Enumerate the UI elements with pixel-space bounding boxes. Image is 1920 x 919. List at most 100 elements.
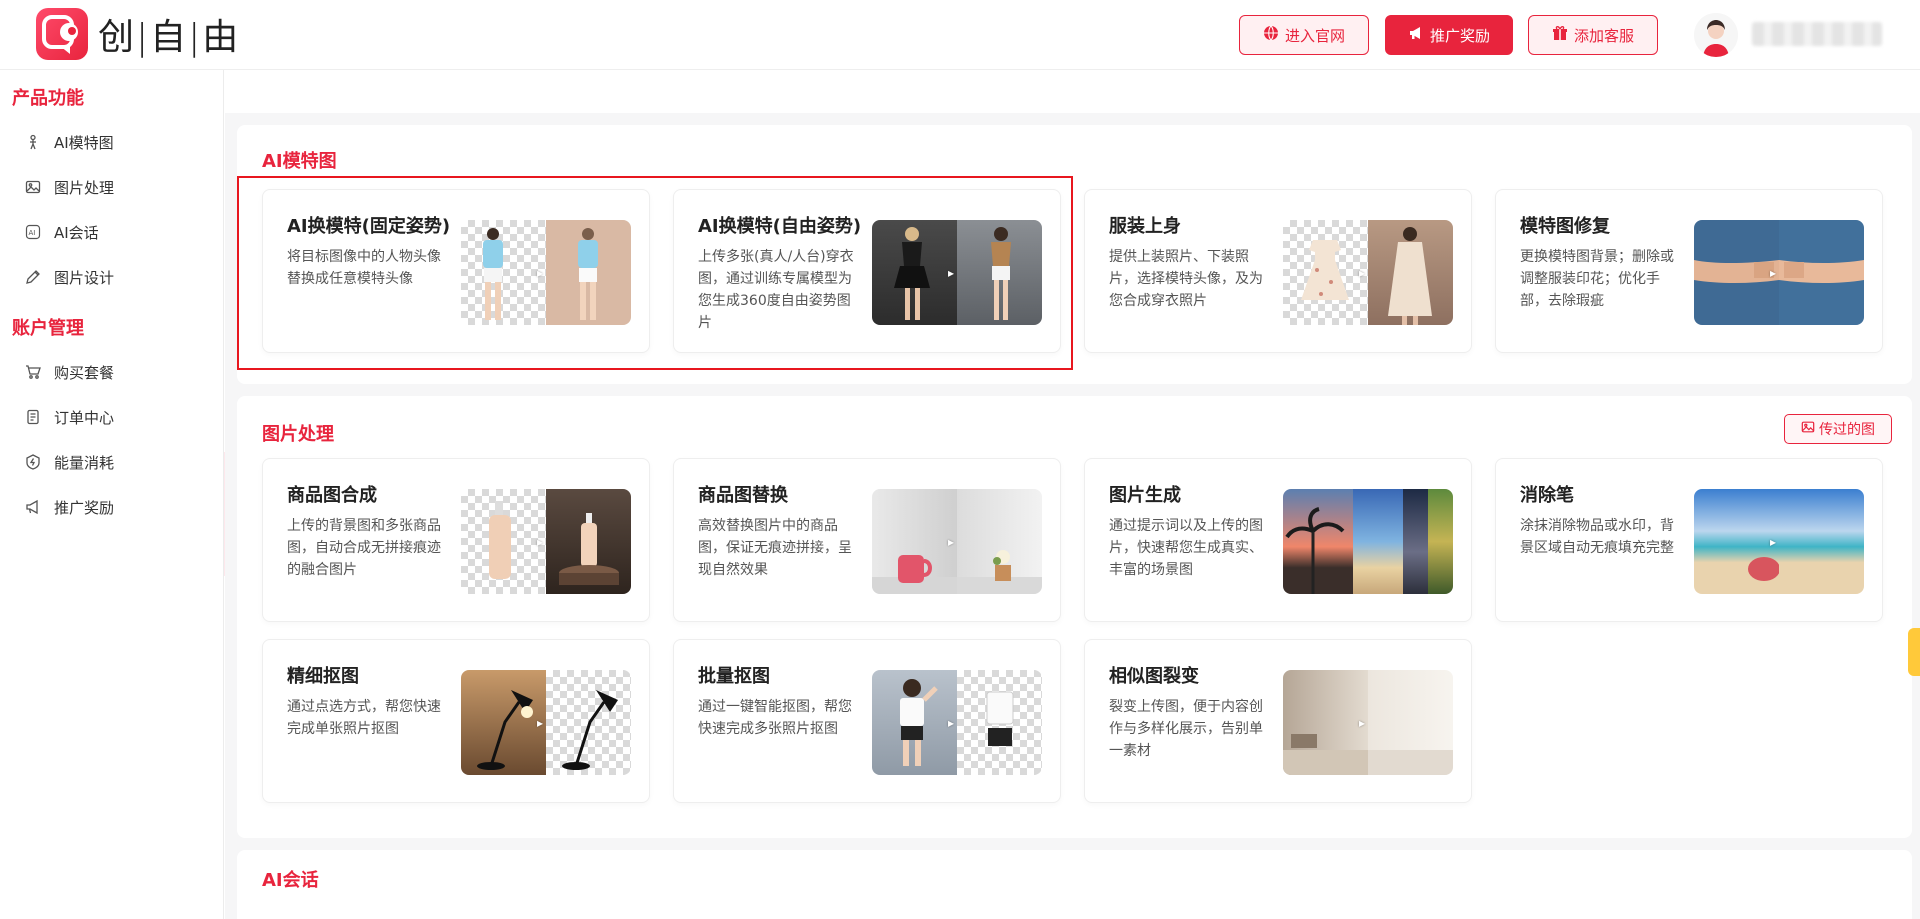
- sidebar-item-label: 能量消耗: [54, 453, 115, 472]
- promo-reward-button[interactable]: 推广奖励: [1385, 15, 1513, 55]
- main-content: AI模特图 AI换模特(固定姿势) 将目标图像中的人物头像替换成任意模特头像 ▸…: [225, 71, 1920, 919]
- card-thumbnail: ▸: [461, 220, 631, 325]
- add-service-label: 添加客服: [1573, 26, 1634, 45]
- card-model-image-repair[interactable]: 模特图修复 更换模特图背景；删除或调整服装印花；优化手部，去除瑕疵 ▸: [1495, 189, 1883, 353]
- logo-text: 创|自|由: [98, 17, 241, 58]
- card-desc: 提供上装照片、下装照片，选择模特头像，及为您合成穿衣照片: [1109, 249, 1263, 309]
- arrow-right-icon: ▸: [1359, 266, 1366, 280]
- gift-icon: [1552, 25, 1568, 45]
- card-fine-cutout[interactable]: 精细抠图 通过点选方式，帮您快速完成单张照片抠图 ▸: [262, 639, 650, 803]
- sidebar-item-label: AI会话: [54, 223, 99, 242]
- card-desc: 涂抹消除物品或水印，背景区域自动无痕填充完整: [1520, 518, 1674, 556]
- energy-icon: [24, 453, 42, 471]
- ai-chat-icon: AI: [24, 223, 42, 241]
- svg-text:AI: AI: [29, 229, 36, 237]
- card-eraser[interactable]: 消除笔 涂抹消除物品或水印，背景区域自动无痕填充完整 ▸: [1495, 458, 1883, 622]
- card-thumbnail: [1283, 489, 1453, 594]
- ai-chat-panel: AI会话: [237, 850, 1912, 919]
- card-title: AI换模特(固定姿势): [287, 216, 451, 237]
- card-title: 服装上身: [1109, 216, 1181, 237]
- card-desc: 通过一键智能抠图，帮您快速完成多张照片抠图: [698, 699, 852, 737]
- scroll-indicator[interactable]: [1908, 628, 1920, 676]
- arrow-right-icon: ▸: [537, 716, 544, 730]
- promo-reward-label: 推广奖励: [1429, 26, 1490, 45]
- card-batch-cutout[interactable]: 批量抠图 通过一键智能抠图，帮您快速完成多张照片抠图 ▸: [673, 639, 1061, 803]
- ai-model-panel: AI模特图 AI换模特(固定姿势) 将目标图像中的人物头像替换成任意模特头像 ▸…: [237, 125, 1912, 384]
- card-ai-model-fixed-pose[interactable]: AI换模特(固定姿势) 将目标图像中的人物头像替换成任意模特头像 ▸: [262, 189, 650, 353]
- sidebar-item-energy[interactable]: 能量消耗: [24, 450, 114, 474]
- cart-icon: [24, 363, 42, 381]
- card-desc: 上传多张(真人/人台)穿衣图，通过训练专属模型为您生成360度自由姿势图片: [698, 249, 854, 331]
- arrow-right-icon: ▸: [948, 716, 955, 730]
- card-thumbnail: ▸: [1694, 220, 1864, 325]
- design-icon: [24, 268, 42, 286]
- top-header: 创|自|由 进入官网 推广奖励 添加客服: [0, 0, 1920, 70]
- sidebar-item-image-design[interactable]: 图片设计: [24, 265, 114, 289]
- arrow-right-icon: ▸: [537, 535, 544, 549]
- sidebar-item-order-center[interactable]: 订单中心: [24, 405, 114, 429]
- card-title: 商品图合成: [287, 485, 377, 506]
- card-title: 消除笔: [1520, 485, 1574, 506]
- megaphone-icon: [24, 498, 42, 516]
- card-title: 模特图修复: [1520, 216, 1610, 237]
- sidebar-item-label: AI模特图: [54, 133, 114, 152]
- add-service-button[interactable]: 添加客服: [1528, 15, 1658, 55]
- arrow-right-icon: ▸: [1770, 535, 1777, 549]
- order-icon: [24, 408, 42, 426]
- card-thumbnail: ▸: [461, 670, 631, 775]
- sidebar-section-product: 产品功能: [12, 88, 84, 109]
- arrow-right-icon: ▸: [948, 266, 955, 280]
- card-thumbnail: ▸: [1283, 220, 1453, 325]
- card-thumbnail: ▸: [872, 489, 1042, 594]
- logo[interactable]: 创|自|由: [36, 8, 240, 60]
- card-clothing-try-on[interactable]: 服装上身 提供上装照片、下装照片，选择模特头像，及为您合成穿衣照片 ▸: [1084, 189, 1472, 353]
- sidebar-item-label: 推广奖励: [54, 498, 115, 517]
- card-image-generation[interactable]: 图片生成 通过提示词以及上传的图片，快速帮您生成真实、丰富的场景图: [1084, 458, 1472, 622]
- card-title: AI换模特(自由姿势): [698, 216, 862, 237]
- sidebar-item-promo-reward[interactable]: 推广奖励: [24, 495, 114, 519]
- card-thumbnail: ▸: [1283, 670, 1453, 775]
- section-title-ai-model: AI模特图: [262, 151, 337, 172]
- arrow-right-icon: ▸: [1770, 266, 1777, 280]
- megaphone-icon: [1408, 25, 1424, 45]
- sidebar-item-label: 购买套餐: [54, 363, 115, 382]
- card-title: 相似图裂变: [1109, 666, 1199, 687]
- model-icon: [24, 133, 42, 151]
- card-desc: 高效替换图片中的商品图，保证无痕迹拼接，呈现自然效果: [698, 518, 852, 578]
- image-processing-panel: 图片处理 传过的图 商品图合成 上传的背景图和多张商品图，自动合成无拼接痕迹的融…: [237, 396, 1912, 838]
- sidebar-item-label: 订单中心: [54, 408, 115, 427]
- globe-icon: [1263, 25, 1279, 45]
- arrow-right-icon: ▸: [948, 535, 955, 549]
- sidebar-item-image-processing[interactable]: 图片处理: [24, 175, 114, 199]
- sidebar-item-ai-model[interactable]: AI模特图: [24, 130, 114, 154]
- sidebar-item-label: 图片设计: [54, 268, 115, 287]
- card-similar-image-fission[interactable]: 相似图裂变 裂变上传图，便于内容创作与多样化展示，告别单一素材 ▸: [1084, 639, 1472, 803]
- card-desc: 更换模特图背景；删除或调整服装印花；优化手部，去除瑕疵: [1520, 249, 1674, 309]
- section-title-ai-chat: AI会话: [262, 870, 319, 891]
- image-icon: [1801, 420, 1815, 438]
- section-title-image-processing: 图片处理: [262, 424, 334, 445]
- logo-icon: [36, 8, 88, 60]
- website-button-label: 进入官网: [1284, 26, 1345, 45]
- sidebar-item-label: 图片处理: [54, 178, 115, 197]
- website-button[interactable]: 进入官网: [1239, 15, 1369, 55]
- arrow-right-icon: ▸: [1359, 716, 1366, 730]
- card-thumbnail: ▸: [872, 670, 1042, 775]
- sidebar-item-buy-package[interactable]: 购买套餐: [24, 360, 114, 384]
- user-avatar[interactable]: [1694, 13, 1738, 57]
- card-title: 图片生成: [1109, 485, 1181, 506]
- card-desc: 通过点选方式，帮您快速完成单张照片抠图: [287, 699, 441, 737]
- card-ai-model-free-pose[interactable]: AI换模特(自由姿势) 上传多张(真人/人台)穿衣图，通过训练专属模型为您生成3…: [673, 189, 1061, 353]
- card-desc: 通过提示词以及上传的图片，快速帮您生成真实、丰富的场景图: [1109, 518, 1263, 578]
- card-thumbnail: ▸: [461, 489, 631, 594]
- card-product-composite[interactable]: 商品图合成 上传的背景图和多张商品图，自动合成无拼接痕迹的融合图片 ▸: [262, 458, 650, 622]
- main-top-bar: [225, 71, 1920, 113]
- card-product-replace[interactable]: 商品图替换 高效替换图片中的商品图，保证无痕迹拼接，呈现自然效果 ▸: [673, 458, 1061, 622]
- card-desc: 上传的背景图和多张商品图，自动合成无拼接痕迹的融合图片: [287, 518, 441, 578]
- card-thumbnail: ▸: [1694, 489, 1864, 594]
- uploaded-images-button[interactable]: 传过的图: [1784, 414, 1892, 444]
- username-blurred: [1752, 22, 1882, 46]
- card-title: 商品图替换: [698, 485, 788, 506]
- image-icon: [24, 178, 42, 196]
- sidebar-item-ai-chat[interactable]: AI AI会话: [24, 220, 99, 244]
